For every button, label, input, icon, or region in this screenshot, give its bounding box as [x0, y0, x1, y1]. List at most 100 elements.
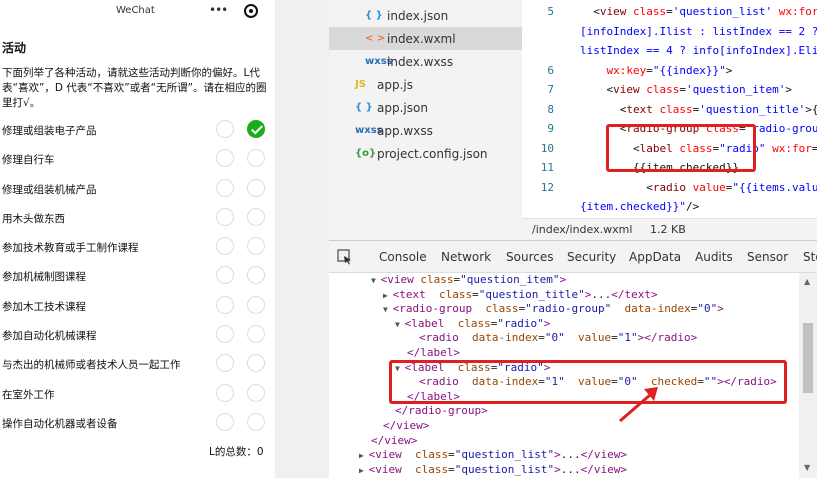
- file-type-icon: wxss: [355, 125, 383, 136]
- scroll-up-icon[interactable]: ▲: [804, 277, 810, 286]
- inspect-element-icon[interactable]: [337, 249, 353, 265]
- radio-like[interactable]: [216, 325, 234, 344]
- question-row: 用木头做东西: [0, 204, 275, 233]
- question-list: 修理或组装电子产品 修理自行车修理或组装机械产品用木头做东西 参加技术教育或手工制作…: [0, 116, 275, 438]
- simulator-panel: WeChat ••• 活动 下面列举了各种活动，请就这些活动判断你的偏好。L代表…: [0, 0, 275, 478]
- file-item[interactable]: wxss app.wxss: [329, 119, 522, 142]
- radio-like[interactable]: [216, 149, 234, 168]
- radio-like[interactable]: [216, 237, 234, 256]
- radio-dislike[interactable]: [247, 354, 265, 373]
- file-item[interactable]: {o} project.config.json: [329, 142, 522, 165]
- devtools-tab[interactable]: Console: [379, 250, 427, 264]
- devtools-tab[interactable]: AppData: [629, 250, 681, 264]
- dom-node-line[interactable]: ▶ <view class="question_list">...</view>: [359, 463, 627, 477]
- file-type-icon: JS: [355, 79, 366, 90]
- dom-node-line[interactable]: ▶ <text class="question_title">...</text…: [383, 288, 658, 302]
- file-type-icon: wxss: [365, 56, 393, 67]
- expand-arrow-icon[interactable]: ▶: [359, 451, 369, 460]
- file-item[interactable]: JS app.js: [329, 73, 522, 96]
- radio-like[interactable]: [216, 295, 234, 314]
- dom-node-line[interactable]: ▼ <label class="radio">: [395, 317, 550, 331]
- question-text: 修理或组装电子产品: [2, 125, 97, 137]
- code-line: <view class='question_item'>: [580, 83, 792, 96]
- collapse-arrow-icon[interactable]: ▼: [395, 320, 405, 329]
- dom-node-line[interactable]: </label>: [407, 346, 460, 360]
- question-text: 修理自行车: [2, 154, 55, 167]
- expand-arrow-icon[interactable]: ▶: [359, 466, 369, 475]
- devtools-tab[interactable]: Sto: [803, 250, 817, 264]
- file-type-icon: < >: [365, 33, 386, 44]
- code-line: <view class='question_list' wx:for: [580, 5, 817, 18]
- dom-node-line[interactable]: <radio data-index="0" value="1"></radio>: [419, 331, 697, 345]
- devtools-tab[interactable]: Security: [567, 250, 616, 264]
- file-item[interactable]: { } index.json: [329, 4, 522, 27]
- question-text: 与杰出的机械师或者技术人员一起工作: [2, 359, 181, 372]
- line-number: [522, 24, 554, 40]
- question-row: 参加自动化机械课程: [0, 321, 275, 350]
- file-item[interactable]: < > index.wxml: [329, 27, 522, 50]
- radio-dislike[interactable]: [247, 120, 265, 138]
- editor-highlight-box: [606, 124, 756, 172]
- radio-like[interactable]: [216, 266, 234, 285]
- radio-like[interactable]: [216, 354, 234, 373]
- radio-like[interactable]: [216, 207, 234, 226]
- radio-dislike[interactable]: [247, 383, 265, 402]
- collapse-arrow-icon[interactable]: ▼: [383, 305, 393, 314]
- dom-node-line[interactable]: ▼ <view class="question_item">: [371, 273, 566, 287]
- question-text: 在室外工作: [2, 388, 55, 401]
- question-text: 修理或组装机械产品: [2, 183, 97, 196]
- total-count: L的总数：0: [209, 446, 264, 458]
- file-explorer: { } index.json < > index.wxml wxss index.wxss…: [329, 0, 522, 240]
- expand-arrow-icon[interactable]: ▶: [383, 291, 393, 300]
- dom-node-line[interactable]: ▶ <view class="question_list">...</view>: [359, 448, 627, 462]
- dom-node-line[interactable]: </view>: [371, 434, 417, 448]
- question-row: 操作自动化机器或者设备: [0, 409, 275, 438]
- question-row: 参加机械制图课程: [0, 262, 275, 291]
- radio-dislike[interactable]: [247, 178, 265, 197]
- file-size: 1.2 KB: [650, 223, 686, 236]
- code-editor[interactable]: 5 <view class='question_list' wx:for [inf…: [522, 0, 817, 240]
- radio-dislike[interactable]: [247, 266, 265, 285]
- file-name: index.wxml: [387, 31, 456, 46]
- elements-highlight-box: [389, 360, 787, 404]
- question-row: 参加木工技术课程: [0, 292, 275, 321]
- radio-dislike[interactable]: [247, 149, 265, 168]
- radio-like[interactable]: [216, 178, 234, 197]
- radio-like[interactable]: [216, 383, 234, 402]
- radio-dislike[interactable]: [247, 237, 265, 256]
- radio-dislike[interactable]: [247, 207, 265, 226]
- file-name: app.json: [377, 100, 428, 115]
- radio-dislike[interactable]: [247, 412, 265, 431]
- dom-node-line[interactable]: ▼ <radio-group class="radio-group" data-…: [383, 302, 724, 316]
- line-number: 8: [547, 102, 554, 116]
- collapse-arrow-icon[interactable]: ▼: [371, 276, 381, 285]
- radio-dislike[interactable]: [247, 325, 265, 344]
- more-icon[interactable]: •••: [209, 3, 228, 17]
- radio-like[interactable]: [216, 412, 234, 431]
- question-row: 修理或组装机械产品: [0, 175, 275, 204]
- dom-node-line[interactable]: </view>: [383, 419, 429, 433]
- code-lines[interactable]: 5 <view class='question_list' wx:for [inf…: [522, 0, 817, 218]
- app-title: WeChat: [116, 5, 155, 16]
- close-capsule-icon[interactable]: [244, 4, 258, 18]
- radio-like[interactable]: [216, 120, 234, 138]
- devtools-tab[interactable]: Audits: [695, 250, 733, 264]
- question-row: 参加技术教育或手工制作课程: [0, 233, 275, 262]
- dom-node-line[interactable]: </radio-group>: [395, 404, 488, 418]
- scroll-down-icon[interactable]: ▼: [804, 463, 810, 472]
- devtools-tab[interactable]: Sensor: [747, 250, 788, 264]
- file-item[interactable]: wxss index.wxss: [329, 50, 522, 73]
- devtools-tab[interactable]: Sources: [506, 250, 553, 264]
- file-name: index.json: [387, 8, 449, 23]
- radio-dislike[interactable]: [247, 295, 265, 314]
- scrollbar-thumb[interactable]: [803, 323, 813, 393]
- question-row: 修理或组装电子产品: [0, 116, 275, 145]
- file-item[interactable]: { } app.json: [329, 96, 522, 119]
- code-line: [infoIndex].Ilist : listIndex == 2 ?: [580, 24, 817, 38]
- devtools-tab[interactable]: Network: [441, 250, 491, 264]
- file-name: project.config.json: [377, 146, 488, 161]
- elements-scrollbar[interactable]: ▲ ▼: [799, 273, 817, 478]
- code-line: listIndex == 4 ? info[infoIndex].Eli: [580, 44, 817, 57]
- line-number: 5: [547, 5, 554, 18]
- line-number: 9: [547, 122, 554, 135]
